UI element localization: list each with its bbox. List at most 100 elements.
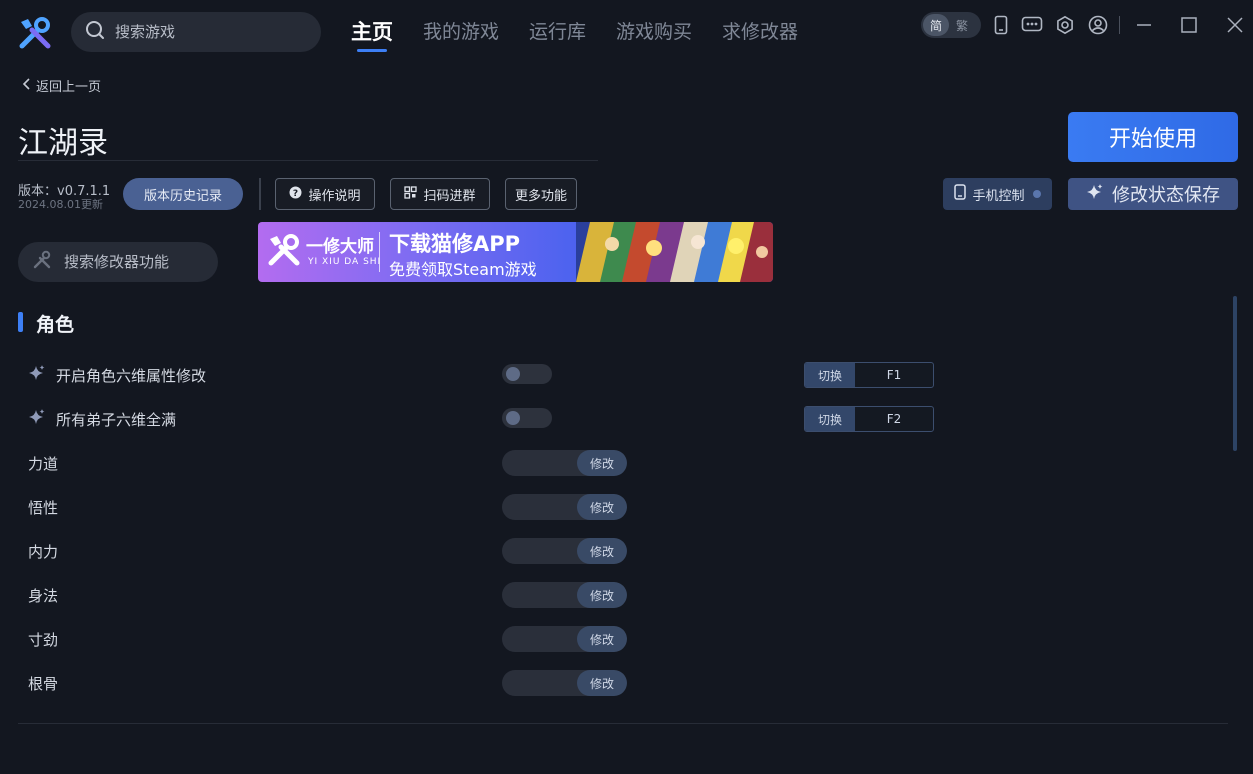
- attribute-value-input[interactable]: [502, 494, 577, 520]
- version-history-button[interactable]: 版本历史记录: [123, 178, 243, 210]
- sparkle-icon: [28, 408, 46, 430]
- modify-button[interactable]: 修改: [577, 582, 627, 608]
- attribute-value-input[interactable]: [502, 450, 577, 476]
- banner-character-art: [576, 222, 773, 282]
- attribute-label: 内力: [28, 540, 58, 562]
- attribute-edit-field: 修改: [502, 494, 627, 520]
- banner-logo-icon: [266, 232, 302, 268]
- banner-divider: [379, 232, 380, 272]
- more-features-label: 更多功能: [514, 188, 567, 204]
- guide-button[interactable]: ? 操作说明: [275, 178, 375, 210]
- banner-headline: 下载猫修APP: [389, 232, 521, 256]
- attribute-label: 悟性: [28, 496, 58, 518]
- minimize-icon[interactable]: [1133, 14, 1155, 36]
- nav-my-games[interactable]: 我的游戏: [423, 16, 499, 52]
- sparkle-icon: [28, 364, 46, 386]
- update-date: 2024.08.01更新: [18, 198, 103, 211]
- cheat-toggle-switch[interactable]: [502, 364, 552, 384]
- header-divider: [1119, 16, 1120, 34]
- nav-home[interactable]: 主页: [351, 16, 393, 52]
- help-icon: ?: [289, 186, 302, 203]
- more-features-button[interactable]: 更多功能: [505, 178, 577, 210]
- hotkey-key: F1: [886, 368, 902, 382]
- toggle-knob: [506, 367, 520, 381]
- attribute-edit-field: 修改: [502, 670, 627, 696]
- lang-simplified[interactable]: 简: [923, 14, 949, 36]
- attribute-value-input[interactable]: [502, 582, 577, 608]
- cheat-toggle-switch[interactable]: [502, 408, 552, 428]
- back-label: 返回上一页: [36, 80, 102, 95]
- toggle-knob: [506, 411, 520, 425]
- close-icon[interactable]: [1224, 14, 1246, 36]
- attribute-name: 内力: [28, 542, 59, 561]
- message-icon[interactable]: [1021, 14, 1043, 36]
- modify-button[interactable]: 修改: [577, 670, 627, 696]
- attribute-name: 根骨: [28, 674, 59, 693]
- search-icon: [85, 20, 105, 44]
- app-logo-icon: [18, 16, 52, 50]
- banner-brand-sub: YI XIU DA SHI: [308, 257, 382, 267]
- hotkey-binding[interactable]: 切换 F2: [804, 406, 934, 432]
- attribute-name: 力道: [28, 454, 59, 473]
- modify-button[interactable]: 修改: [577, 450, 627, 476]
- attribute-name: 悟性: [28, 498, 59, 517]
- nav-game-purchase[interactable]: 游戏购买: [616, 16, 692, 52]
- attribute-name: 寸劲: [28, 630, 59, 649]
- section-title: 角色: [36, 314, 75, 336]
- qr-code-icon: [404, 185, 418, 203]
- promo-banner[interactable]: 一修大师 YI XIU DA SHI 下载猫修APP 免费领取Steam游戏: [258, 222, 773, 282]
- modify-button[interactable]: 修改: [577, 494, 627, 520]
- save-state-label: 修改状态保存: [1112, 185, 1220, 206]
- lang-traditional[interactable]: 繁: [949, 14, 975, 36]
- attribute-edit-field: 修改: [502, 582, 627, 608]
- hotkey-action-label: 切换: [805, 363, 855, 387]
- hotkey-key: F2: [886, 412, 902, 426]
- title-divider: [18, 160, 598, 161]
- scrollbar-thumb[interactable]: [1233, 296, 1237, 451]
- attribute-label: 根骨: [28, 672, 58, 694]
- game-title: 江湖录: [18, 126, 108, 161]
- settings-icon[interactable]: [1054, 14, 1076, 36]
- banner-brand: 一修大师: [306, 237, 374, 257]
- section-divider: [18, 723, 1228, 724]
- maximize-icon[interactable]: [1178, 14, 1200, 36]
- phone-control-icon: [954, 184, 967, 204]
- banner-subline: 免费领取Steam游戏: [389, 260, 537, 279]
- language-toggle[interactable]: 简 繁: [921, 12, 981, 38]
- attribute-label: 寸劲: [28, 628, 58, 650]
- attribute-value-input[interactable]: [502, 626, 577, 652]
- svg-text:?: ?: [293, 189, 298, 199]
- guide-label: 操作说明: [308, 188, 361, 204]
- attribute-value-input[interactable]: [502, 538, 577, 564]
- attribute-label: 力道: [28, 452, 58, 474]
- back-link[interactable]: 返回上一页: [22, 76, 101, 95]
- qr-join-label: 扫码进群: [423, 188, 476, 204]
- game-search-input[interactable]: [115, 23, 295, 41]
- save-state-button[interactable]: 修改状态保存: [1068, 178, 1238, 210]
- section-accent-bar: [18, 312, 23, 332]
- mod-search-input[interactable]: [64, 253, 204, 271]
- user-icon[interactable]: [1087, 14, 1109, 36]
- phone-control-label: 手机控制: [972, 188, 1025, 204]
- phone-control-button[interactable]: 手机控制: [943, 178, 1052, 210]
- toolbar-divider: [259, 178, 261, 210]
- modify-button[interactable]: 修改: [577, 538, 627, 564]
- attribute-value-input[interactable]: [502, 670, 577, 696]
- wrench-icon: [32, 250, 52, 274]
- nav-runtime-library[interactable]: 运行库: [529, 16, 586, 52]
- attribute-name: 身法: [28, 586, 59, 605]
- cheat-label: 所有弟子六维全满: [56, 410, 177, 429]
- hotkey-binding[interactable]: 切换 F1: [804, 362, 934, 388]
- main-nav: 主页 我的游戏 运行库 游戏购买 求修改器: [351, 16, 828, 52]
- mod-search-box[interactable]: [18, 242, 218, 282]
- attribute-label: 身法: [28, 584, 58, 606]
- cheat-row-label: 开启角色六维属性修改: [28, 364, 206, 386]
- qr-join-button[interactable]: 扫码进群: [390, 178, 490, 210]
- phone-icon[interactable]: [990, 14, 1012, 36]
- modify-button[interactable]: 修改: [577, 626, 627, 652]
- nav-request-trainer[interactable]: 求修改器: [722, 16, 798, 52]
- start-button[interactable]: 开始使用: [1068, 112, 1238, 162]
- game-search-box[interactable]: [71, 12, 321, 52]
- cheat-row-label: 所有弟子六维全满: [28, 408, 176, 430]
- cheat-label: 开启角色六维属性修改: [56, 366, 207, 385]
